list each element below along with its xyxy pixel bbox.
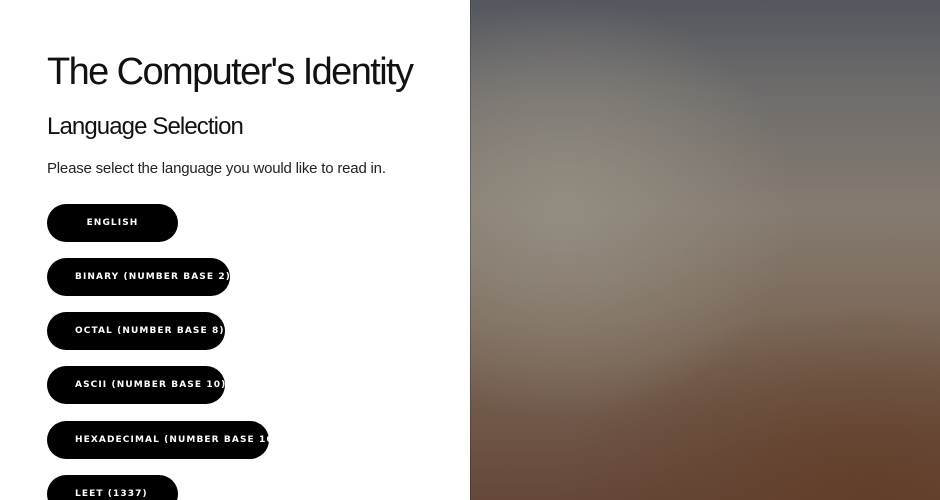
background-image — [470, 0, 940, 500]
leet-button[interactable]: LEET (1337) — [47, 475, 178, 500]
english-button[interactable]: ENGLISH — [47, 204, 178, 242]
page: The Computer's Identity Language Selecti… — [0, 0, 940, 500]
panel-divider — [470, 0, 471, 500]
content-panel: The Computer's Identity Language Selecti… — [0, 0, 470, 500]
page-title: The Computer's Identity — [47, 51, 414, 93]
binary-button[interactable]: BINARY (NUMBER BASE 2) — [47, 258, 230, 296]
hexadecimal-button[interactable]: HEXADECIMAL (NUMBER BASE 16) — [47, 421, 278, 459]
octal-button[interactable]: OCTAL (NUMBER BASE 8) — [47, 312, 225, 350]
ascii-button[interactable]: ASCII (NUMBER BASE 10) — [47, 366, 225, 404]
instructions-text: Please select the language you would lik… — [47, 160, 386, 177]
section-title: Language Selection — [47, 113, 244, 140]
